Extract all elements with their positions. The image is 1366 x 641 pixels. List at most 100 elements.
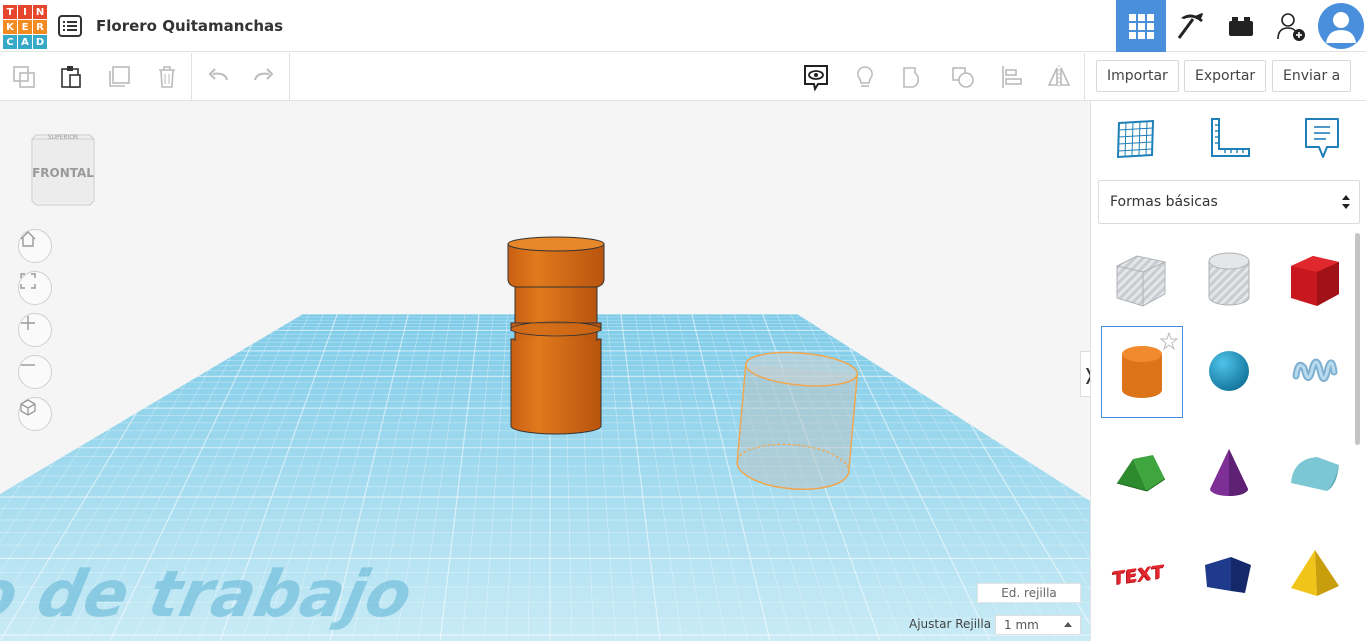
- shape-box-hole[interactable]: [1101, 234, 1181, 324]
- header-actions: [1116, 0, 1366, 52]
- cylinder-hole-icon: [1208, 252, 1250, 306]
- duplicate-icon: [109, 66, 130, 87]
- add-user-icon: [1277, 13, 1305, 41]
- workplane-tool-button[interactable]: [1111, 113, 1161, 163]
- hole-cylinder-object[interactable]: [735, 348, 859, 493]
- orange-cylinder-icon: [1122, 346, 1162, 398]
- shape-box[interactable]: [1275, 234, 1355, 324]
- viewcube-top-label: SUPERIOR: [48, 134, 78, 141]
- shape-sphere[interactable]: [1189, 326, 1269, 416]
- paste-icon: [61, 66, 81, 88]
- sphere-icon: [1209, 351, 1249, 391]
- top-header: TIN KER CAD Florero Quitamanchas: [0, 0, 1366, 52]
- prism-icon: [1205, 557, 1251, 593]
- align-button[interactable]: [996, 61, 1028, 93]
- fit-view-button[interactable]: [18, 271, 52, 305]
- logo-letter: T: [3, 5, 17, 19]
- ungroup-button[interactable]: [947, 61, 979, 93]
- shape-pyramid[interactable]: [1275, 529, 1355, 619]
- shape-cylinder-hole[interactable]: [1189, 234, 1269, 324]
- shape-roof[interactable]: [1101, 429, 1181, 519]
- fit-icon: [20, 273, 36, 289]
- caret-up-icon: [1064, 622, 1072, 627]
- shape-round-roof[interactable]: [1275, 429, 1355, 519]
- user-menu-button[interactable]: [1316, 0, 1366, 52]
- mirror-button[interactable]: [1043, 61, 1075, 93]
- snap-grid-label: Ajustar Rejilla: [909, 617, 992, 631]
- delete-button[interactable]: [151, 61, 183, 93]
- export-button[interactable]: Exportar: [1184, 60, 1267, 92]
- home-icon: [20, 231, 36, 247]
- grid-view-icon: [1129, 14, 1154, 39]
- shape-scribble[interactable]: [1275, 326, 1355, 416]
- box-hole-icon: [1116, 255, 1166, 307]
- viewcube-front-label: FRONTAL: [32, 166, 94, 180]
- perspective-button[interactable]: [18, 397, 52, 431]
- ruler-icon: [1211, 118, 1250, 157]
- mirror-icon: [1047, 65, 1071, 89]
- zoom-in-button[interactable]: [18, 313, 52, 347]
- panel-scrollbar[interactable]: [1355, 233, 1360, 445]
- logo-letter: I: [18, 5, 32, 19]
- cone-icon: [1210, 449, 1248, 496]
- pyramid-icon: [1291, 550, 1339, 596]
- bricks-icon: [1229, 17, 1253, 36]
- notes-button[interactable]: [849, 61, 881, 93]
- plus-icon: [21, 316, 35, 330]
- invite-user-button[interactable]: [1266, 0, 1316, 52]
- edit-toolbar: Importar Exportar Enviar a: [0, 53, 1366, 101]
- blocks-view-button[interactable]: [1166, 0, 1216, 52]
- zoom-out-button[interactable]: [18, 355, 52, 389]
- edit-grid-button[interactable]: Ed. rejilla: [977, 583, 1081, 603]
- duplicate-button[interactable]: [103, 61, 135, 93]
- note-bubble-icon: [1305, 118, 1339, 158]
- group-button[interactable]: [898, 61, 930, 93]
- updown-arrows-icon: [1342, 195, 1350, 209]
- logo-letter: E: [18, 20, 32, 34]
- shape-text[interactable]: TEXT TEXT: [1101, 529, 1181, 619]
- lightbulb-icon: [857, 66, 873, 87]
- 3d-design-view-button[interactable]: [1116, 0, 1166, 52]
- send-to-button[interactable]: Enviar a: [1272, 60, 1352, 92]
- workplane-grid-icon: [1116, 119, 1155, 159]
- show-all-button[interactable]: [800, 61, 832, 93]
- shape-cone[interactable]: [1189, 429, 1269, 519]
- tinkercad-logo[interactable]: TIN KER CAD: [3, 5, 47, 49]
- pickaxe-icon: [1177, 13, 1203, 39]
- eye-bubble-icon: [804, 65, 828, 91]
- cube-icon: [20, 399, 36, 416]
- snap-grid-value: 1 mm: [1004, 618, 1039, 632]
- svg-text:TEXT: TEXT: [1113, 561, 1165, 589]
- design-title[interactable]: Florero Quitamanchas: [96, 17, 283, 35]
- text-3d-icon: TEXT TEXT: [1112, 561, 1165, 590]
- copy-button[interactable]: [8, 61, 40, 93]
- bricks-view-button[interactable]: [1216, 0, 1266, 52]
- favorite-star-icon[interactable]: [1160, 332, 1178, 350]
- red-box-icon: [1291, 256, 1339, 306]
- orange-cylinder-object[interactable]: [507, 236, 605, 435]
- shape-library-select[interactable]: Formas básicas: [1098, 180, 1360, 224]
- undo-icon: [208, 68, 228, 81]
- shape-cylinder[interactable]: [1101, 326, 1183, 418]
- paste-button[interactable]: [55, 61, 87, 93]
- undo-button[interactable]: [202, 61, 234, 93]
- round-roof-icon: [1291, 457, 1339, 491]
- logo-letter: D: [33, 35, 47, 49]
- notes-tool-button[interactable]: [1297, 113, 1347, 163]
- home-view-button[interactable]: [18, 229, 52, 263]
- shapes-panel: Formas básicas TEXT TEXT: [1090, 101, 1366, 641]
- tinkercad-app: TINKERCAD Florero Quitamanchas Importar …: [0, 0, 1366, 641]
- workplane-watermark: Plano de trabajo: [0, 558, 418, 632]
- ungroup-icon: [952, 67, 974, 88]
- copy-icon: [13, 66, 35, 88]
- shape-prism[interactable]: [1189, 529, 1269, 619]
- import-button[interactable]: Importar: [1096, 60, 1179, 92]
- logo-letter: R: [33, 20, 47, 34]
- design-list-icon[interactable]: [58, 15, 82, 37]
- ruler-tool-button[interactable]: [1205, 113, 1255, 163]
- redo-button[interactable]: [248, 61, 280, 93]
- logo-letter: K: [3, 20, 17, 34]
- logo-letter: A: [18, 35, 32, 49]
- snap-grid-select[interactable]: 1 mm: [995, 615, 1081, 635]
- 3d-viewport[interactable]: Plano de trabajo SUPERIOR FRONTAL Ed. re…: [0, 101, 1090, 641]
